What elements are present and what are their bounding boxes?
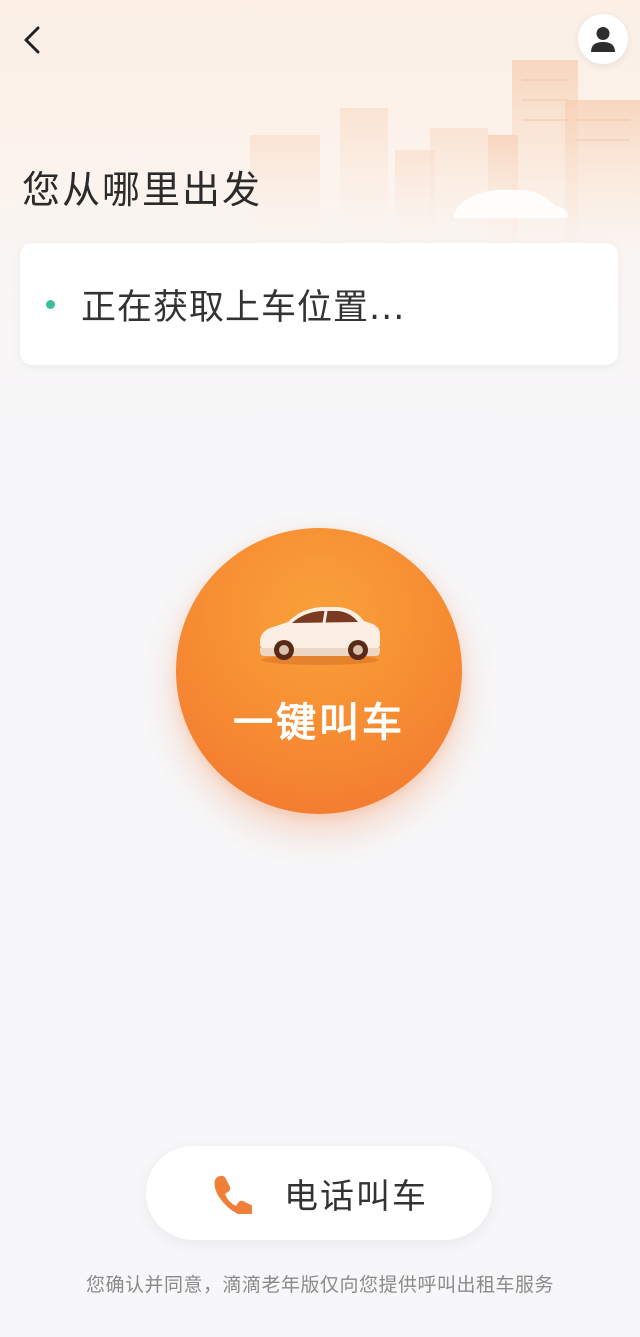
back-button[interactable] bbox=[12, 18, 52, 62]
chevron-left-icon bbox=[24, 26, 40, 54]
phone-call-button[interactable]: 电话叫车 bbox=[146, 1146, 492, 1240]
pickup-location-status: 正在获取上车位置... bbox=[81, 287, 406, 328]
location-status-dot bbox=[46, 299, 55, 309]
user-icon bbox=[591, 27, 615, 52]
account-button[interactable] bbox=[578, 14, 628, 64]
phone-icon bbox=[214, 1175, 252, 1214]
car-icon bbox=[260, 607, 380, 665]
phone-call-label: 电话叫车 bbox=[284, 1176, 428, 1217]
service-disclaimer: 您确认并同意，滴滴老年版仅向您提供呼叫出租车服务 bbox=[85, 1274, 554, 1296]
page-title: 您从哪里出发 bbox=[22, 168, 263, 212]
pickup-location-card[interactable]: 正在获取上车位置... bbox=[20, 243, 618, 365]
screen: 您从哪里出发 正在获取上车位置... 一键叫车 电话叫车 您确认并同意，滴滴老年… bbox=[0, 0, 640, 1337]
one-tap-call-button[interactable]: 一键叫车 bbox=[176, 528, 462, 814]
one-tap-call-label: 一键叫车 bbox=[233, 700, 405, 746]
